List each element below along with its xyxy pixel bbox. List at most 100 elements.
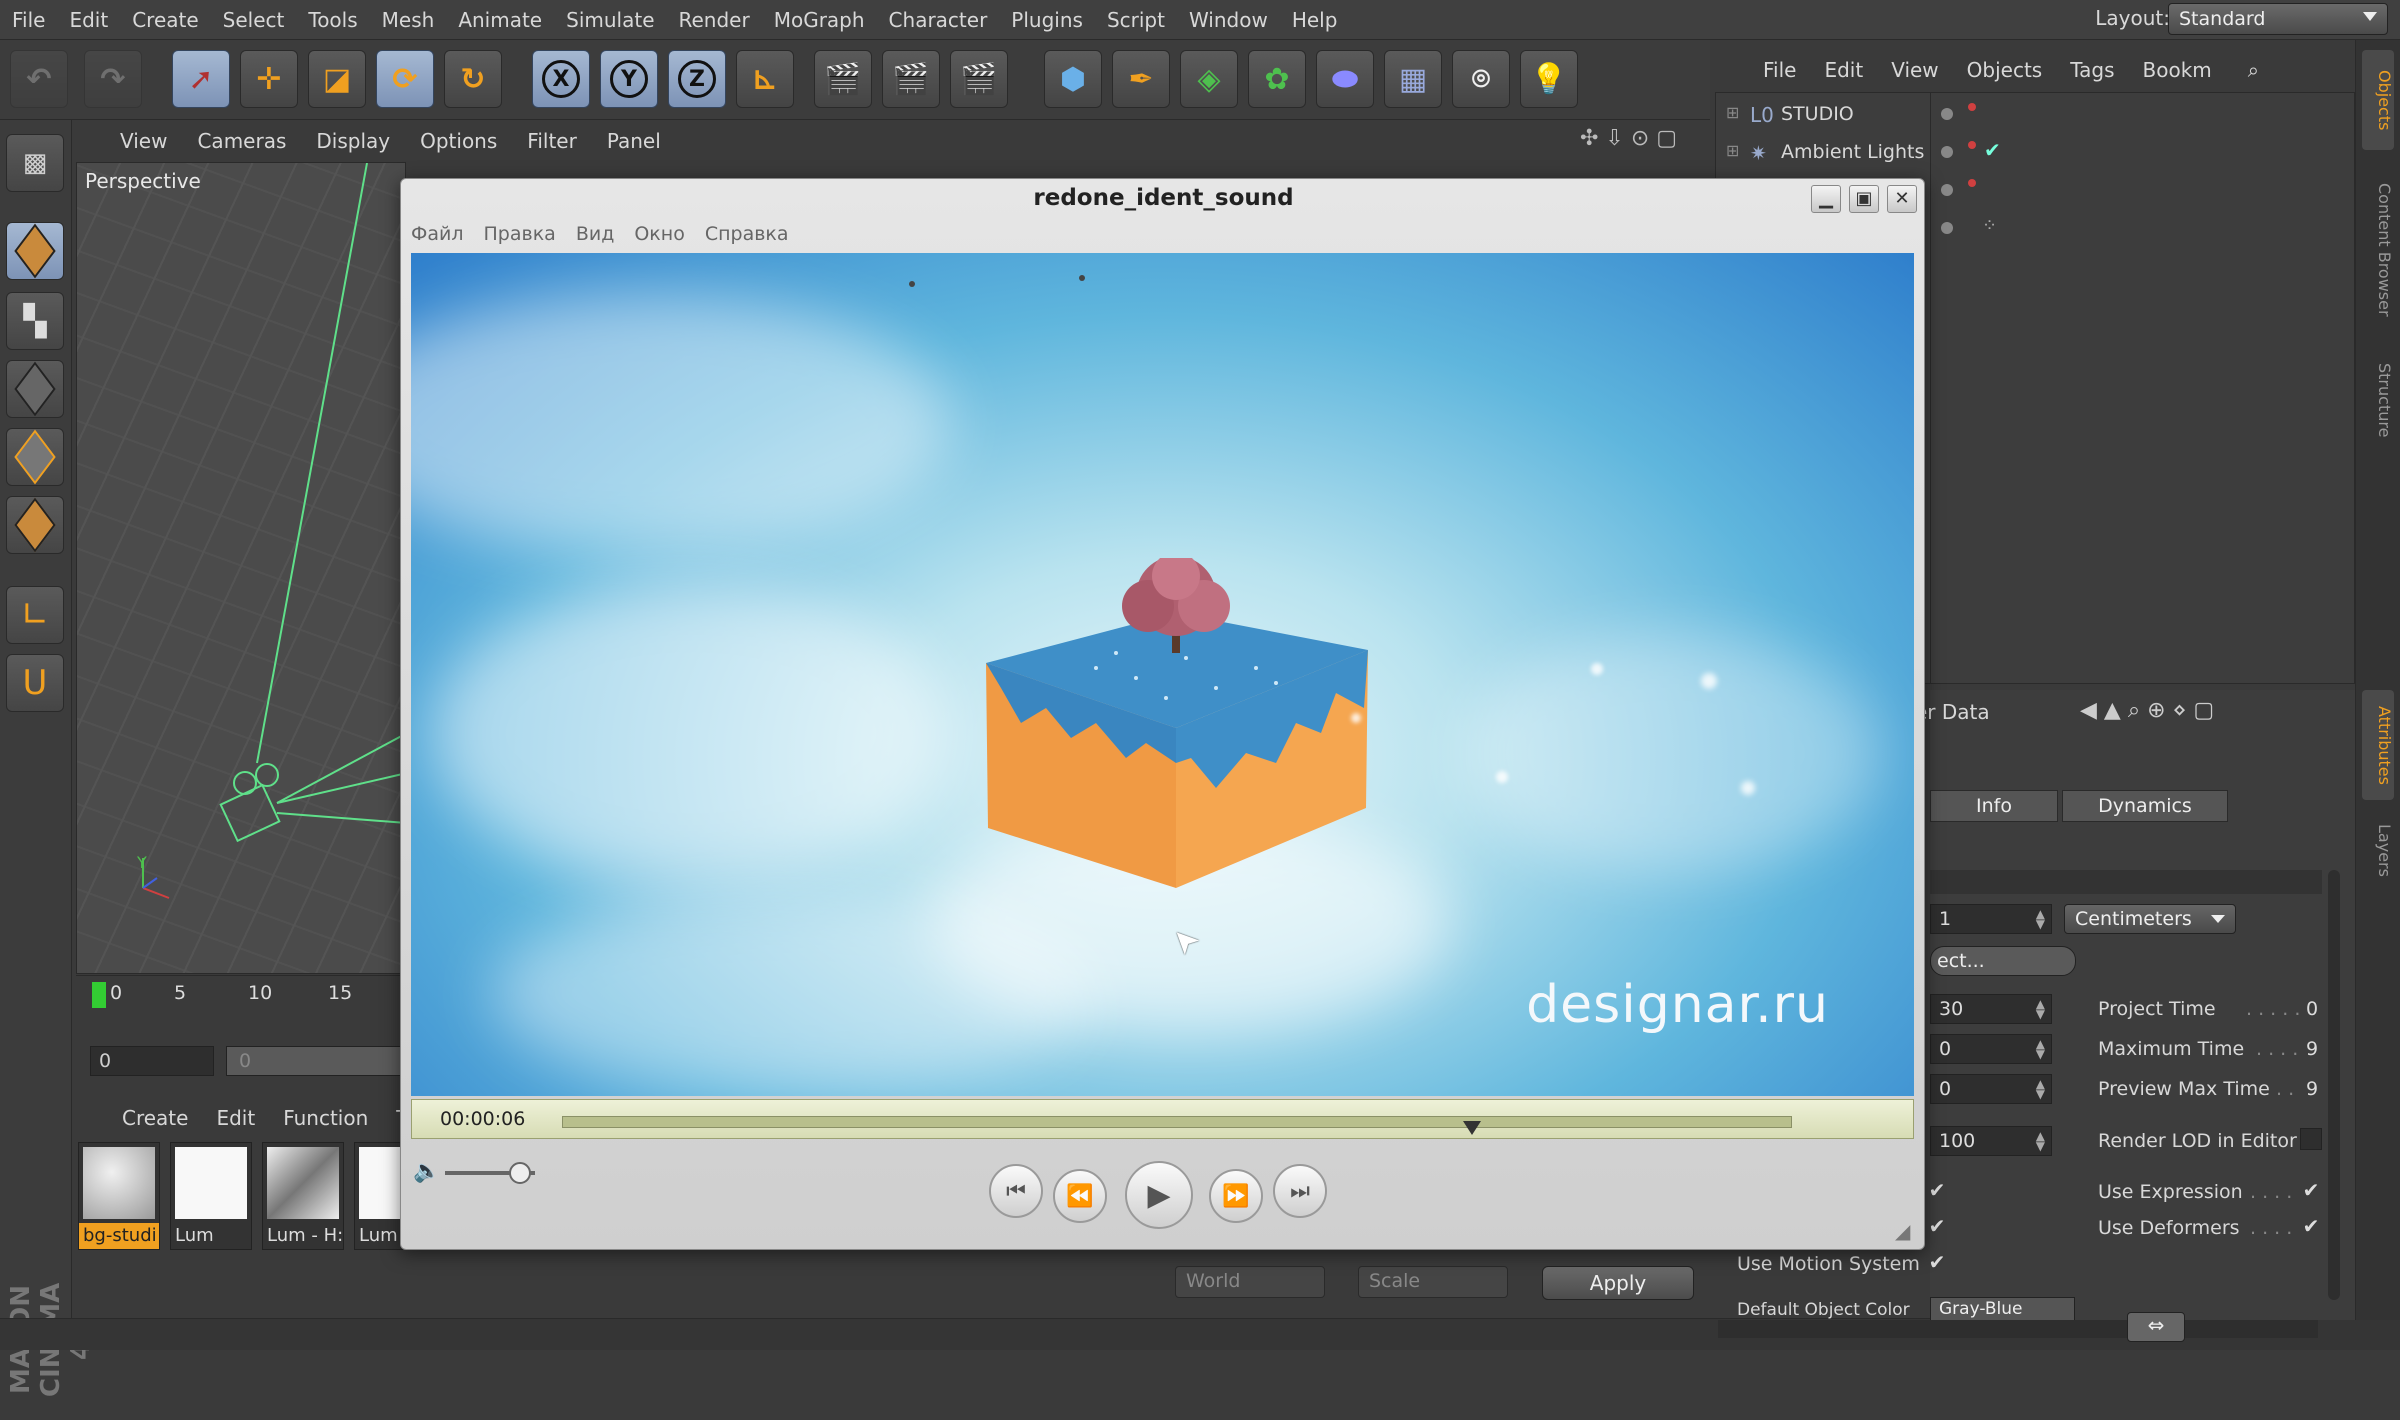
tab-layers[interactable]: Layers	[2362, 810, 2394, 890]
coordinate-space-select[interactable]: World	[1175, 1266, 1325, 1298]
editor-visibility-dot[interactable]	[1941, 146, 1953, 158]
material-swatch[interactable]: Lum - H:	[262, 1142, 344, 1250]
live-selection-button[interactable]: ➚	[172, 50, 230, 108]
viewport-menu-view[interactable]: View	[120, 129, 167, 153]
om-menu-file[interactable]: File	[1763, 58, 1796, 82]
viewport-menu-display[interactable]: Display	[316, 129, 390, 153]
lod-field[interactable]: 100 ▲ ▼	[1930, 1126, 2052, 1156]
points-mode-button[interactable]	[6, 360, 64, 418]
scroll-handle-icon[interactable]: ⇔	[2127, 1312, 2185, 1342]
om-menu-edit[interactable]: Edit	[1824, 58, 1863, 82]
close-button[interactable]: ✕	[1887, 185, 1917, 213]
viewport-menu-filter[interactable]: Filter	[527, 129, 577, 153]
volume-slider-knob[interactable]	[509, 1162, 531, 1184]
menu-help[interactable]: Help	[1280, 8, 1350, 32]
viewport-menu-panel[interactable]: Panel	[607, 129, 661, 153]
preview-min-field[interactable]: 0 ▲ ▼	[1930, 1074, 2052, 1104]
material-swatch[interactable]: bg-studi	[78, 1142, 160, 1250]
select-button[interactable]: ect...	[1930, 946, 2076, 976]
preview-max-time-value[interactable]: 9	[2306, 1078, 2318, 1100]
menu-create[interactable]: Create	[120, 8, 210, 32]
subdivision-surface-button[interactable]: ◈	[1180, 50, 1238, 108]
render-picture-viewer-button[interactable]: 🎬	[882, 50, 940, 108]
expand-icon[interactable]: ⊞	[1726, 103, 1739, 122]
rotate-tool-button[interactable]: ⟳	[376, 50, 434, 108]
coordinate-system-button[interactable]: ⊾	[736, 50, 794, 108]
resize-grip-icon[interactable]: ◢	[1895, 1219, 1910, 1243]
recent-tool-button[interactable]: ↻	[444, 50, 502, 108]
y-axis-button[interactable]: Y	[600, 50, 658, 108]
viewport-menu-options[interactable]: Options	[420, 129, 497, 153]
move-tool-button[interactable]: ✛	[240, 50, 298, 108]
project-time-value[interactable]: 0	[2306, 998, 2318, 1020]
current-frame-marker[interactable]	[92, 982, 106, 1008]
floor-button[interactable]: ▦	[1384, 50, 1442, 108]
video-frame[interactable]: designar.ru	[411, 253, 1914, 1096]
menu-select[interactable]: Select	[211, 8, 297, 32]
menu-edit[interactable]: Edit	[57, 8, 120, 32]
redo-button[interactable]: ↷	[84, 50, 142, 108]
checkbox-checked-icon[interactable]: ✔	[1926, 1216, 1948, 1238]
menu-script[interactable]: Script	[1095, 8, 1177, 32]
checkbox-checked-icon[interactable]: ✔	[1926, 1180, 1948, 1202]
scale-tool-button[interactable]: ◪	[308, 50, 366, 108]
seek-bar[interactable]: 00:00:06	[411, 1099, 1914, 1139]
om-menu-objects[interactable]: Objects	[1967, 58, 2043, 82]
tab-attributes[interactable]: Attributes	[2362, 690, 2394, 800]
player-menu-help[interactable]: Справка	[705, 223, 789, 245]
axis-mode-button[interactable]: ∟	[6, 586, 64, 644]
om-menu-bookmarks[interactable]: Bookm	[2143, 58, 2212, 82]
enabled-check-icon[interactable]: ✔	[1984, 138, 2001, 162]
tab-info[interactable]: Info	[1930, 790, 2058, 822]
menu-character[interactable]: Character	[877, 8, 1000, 32]
menu-simulate[interactable]: Simulate	[554, 8, 666, 32]
om-menu-tags[interactable]: Tags	[2070, 58, 2114, 82]
light-button[interactable]: 💡	[1520, 50, 1578, 108]
viewport-menu-cameras[interactable]: Cameras	[197, 129, 286, 153]
player-menu-file[interactable]: Файл	[411, 223, 464, 245]
stepper-icon[interactable]: ▲ ▼	[2036, 1130, 2045, 1152]
seek-track[interactable]	[562, 1116, 1792, 1135]
cube-primitive-button[interactable]: ⬢	[1044, 50, 1102, 108]
current-frame-field[interactable]: 0	[90, 1046, 214, 1076]
rewind-button[interactable]: ⏪	[1053, 1169, 1107, 1223]
default-object-color-select[interactable]: Gray-Blue	[1930, 1297, 2075, 1321]
maximize-button[interactable]: ▣	[1849, 185, 1879, 213]
min-time-field[interactable]: 0 ▲ ▼	[1930, 1034, 2052, 1064]
player-menu-edit[interactable]: Правка	[484, 223, 556, 245]
editor-visibility-dot[interactable]	[1941, 222, 1953, 234]
tag-icon[interactable]: ⁘	[1982, 215, 1997, 236]
units-select[interactable]: Centimeters	[2064, 904, 2236, 934]
render-view-button[interactable]: 🎬	[814, 50, 872, 108]
snap-button[interactable]: Ս	[6, 654, 64, 712]
skip-forward-button[interactable]: ⏭	[1273, 1164, 1327, 1218]
edges-mode-button[interactable]	[6, 428, 64, 486]
menu-mograph[interactable]: MoGraph	[762, 8, 877, 32]
layout-select[interactable]: Standard	[2168, 3, 2388, 35]
menu-mesh[interactable]: Mesh	[370, 8, 447, 32]
camera-button[interactable]: ⌾	[1452, 50, 1510, 108]
model-mode-button[interactable]	[6, 222, 64, 280]
player-menu-view[interactable]: Вид	[576, 223, 615, 245]
deformer-button[interactable]: ⬬	[1316, 50, 1374, 108]
minimize-button[interactable]: ▁	[1811, 185, 1841, 213]
expand-icon[interactable]: ⊞	[1726, 141, 1739, 160]
frame-range-slider[interactable]: 0	[226, 1046, 406, 1076]
attribute-scrollbar[interactable]	[2328, 870, 2340, 1300]
stepper-icon[interactable]: ▲ ▼	[2036, 998, 2045, 1020]
menu-animate[interactable]: Animate	[446, 8, 554, 32]
material-menu-edit[interactable]: Edit	[216, 1106, 255, 1130]
menu-render[interactable]: Render	[667, 8, 762, 32]
undo-button[interactable]: ↶	[10, 50, 68, 108]
seek-thumb[interactable]	[1462, 1121, 1481, 1135]
material-swatch[interactable]: Lum	[354, 1142, 406, 1250]
render-settings-button[interactable]: 🎬	[950, 50, 1008, 108]
menu-tools[interactable]: Tools	[296, 8, 369, 32]
scene-scale-field[interactable]: 1 ▲ ▼	[1930, 904, 2052, 934]
object-row[interactable]: ⊞ L0 STUDIO	[1716, 95, 2356, 133]
search-icon[interactable]: ⌕	[2248, 58, 2259, 82]
volume-icon[interactable]: 🔈	[413, 1159, 440, 1184]
maximum-time-value[interactable]: 9	[2306, 1038, 2318, 1060]
stepper-icon[interactable]: ▲ ▼	[2036, 1078, 2045, 1100]
fast-forward-button[interactable]: ⏩	[1209, 1169, 1263, 1223]
